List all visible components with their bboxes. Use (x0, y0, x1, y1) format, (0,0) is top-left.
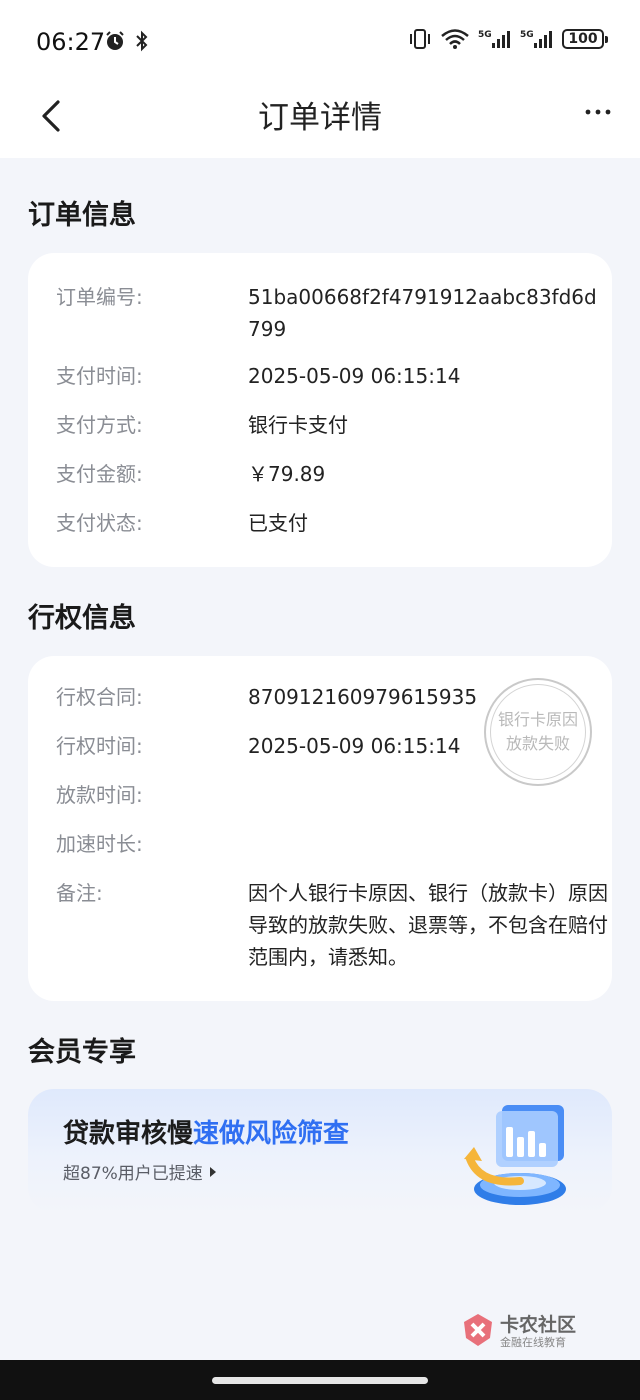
order-number-label: 订单编号: (56, 285, 143, 309)
pay-time-value: 2025-05-09 06:15:14 (248, 364, 461, 388)
system-nav-bar (0, 1360, 640, 1400)
wifi-icon (441, 29, 469, 49)
pay-amount-value: ￥79.89 (248, 462, 326, 486)
kanong-logo-icon (464, 1314, 492, 1346)
caret-right-icon (209, 1166, 216, 1177)
exercise-time-label: 行权时间: (56, 734, 143, 758)
banner-subtitle-text: 超87%用户已提速 (63, 1164, 203, 1184)
network-label-b: 5G (520, 30, 534, 40)
more-icon[interactable] (584, 100, 612, 124)
banner-title: 贷款审核慢速做风险筛查 (63, 1113, 349, 1150)
pay-amount-label: 支付金额: (56, 462, 143, 486)
speedup-label: 加速时长: (56, 832, 143, 856)
pay-method-label: 支付方式: (56, 413, 143, 437)
pay-status-value: 已支付 (248, 511, 308, 535)
kanong-watermark: 卡农社区 金融在线教育 (460, 1310, 590, 1350)
network-label-a: 5G (478, 30, 492, 40)
member-title: 会员专享 (28, 1037, 136, 1068)
cellular-5g-icon-2: 5G (520, 30, 552, 48)
failure-stamp: 银行卡原因 放款失败 (484, 678, 592, 786)
exercise-info-card: 行权合同: 870912160979615935 行权时间: 2025-05-0… (28, 656, 612, 1001)
status-time: 06:27 (36, 28, 106, 56)
stamp-line-2: 放款失败 (505, 734, 570, 753)
banner-subtitle: 超87%用户已提速 (63, 1159, 217, 1184)
order-number-value: 51ba00668f2f4791912aabc83fd6d799 (248, 285, 597, 341)
nav-bar: 订单详情 (0, 86, 640, 158)
stamp-line-1: 银行卡原因 (497, 710, 578, 729)
order-info-card: 订单编号: 51ba00668f2f4791912aabc83fd6d799 支… (28, 253, 612, 567)
order-info-title: 订单信息 (28, 200, 136, 231)
exercise-info-title: 行权信息 (28, 603, 136, 634)
remark-value: 因个人银行卡原因、银行（放款卡）原因导致的放款失败、退票等，不包含在赔付范围内，… (248, 881, 608, 969)
pay-method-value: 银行卡支付 (248, 413, 348, 437)
risk-check-banner[interactable]: 贷款审核慢速做风险筛查 超87%用户已提速 (28, 1089, 612, 1213)
battery-icon: 100 (562, 29, 608, 49)
remark-row: 备注: 因个人银行卡原因、银行（放款卡）原因导致的放款失败、退票等，不包含在赔付… (56, 877, 608, 977)
alarm-icon (106, 31, 124, 50)
page-title: 订单详情 (258, 100, 382, 136)
bluetooth-icon (136, 30, 148, 52)
status-bar: 06:27 5G 5G 100 (0, 0, 640, 86)
remark-label: 备注: (56, 881, 103, 905)
home-indicator[interactable] (212, 1377, 428, 1384)
cellular-5g-icon: 5G (478, 30, 510, 48)
watermark-name: 卡农社区 (500, 1314, 577, 1336)
loan-time-label: 放款时间: (56, 783, 143, 807)
banner-title-plain: 贷款审核慢 (63, 1119, 194, 1149)
pay-time-label: 支付时间: (56, 364, 143, 388)
order-number-row: 订单编号: 51ba00668f2f4791912aabc83fd6d799 (56, 281, 597, 345)
vibrate-icon (410, 29, 430, 49)
watermark-slogan: 金融在线教育 (500, 1336, 566, 1349)
pay-status-label: 支付状态: (56, 511, 143, 535)
chart-growth-icon (464, 1105, 566, 1205)
contract-label: 行权合同: (56, 685, 143, 709)
banner-title-highlight: 速做风险筛查 (193, 1119, 350, 1149)
